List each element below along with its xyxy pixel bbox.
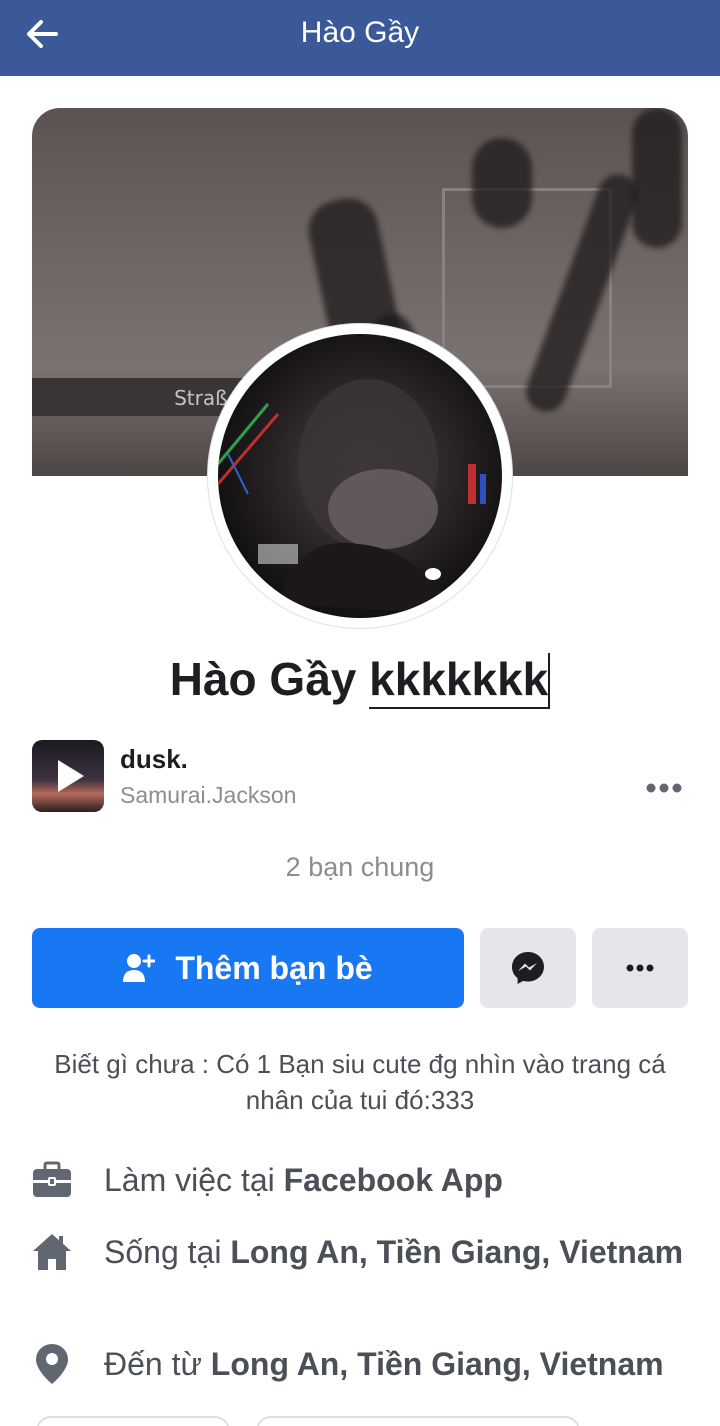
play-icon — [58, 760, 84, 792]
detail-lives-in-text: Sống tại Long An, Tiền Giang, Vietnam — [104, 1232, 684, 1272]
detail-from-text: Đến từ Long An, Tiền Giang, Vietnam — [104, 1344, 684, 1384]
profile-name-text: Hào Gầy — [169, 653, 357, 705]
briefcase-icon — [32, 1160, 72, 1200]
featured-chip[interactable] — [36, 1416, 230, 1426]
detail-work-value[interactable]: Facebook App — [284, 1162, 503, 1198]
detail-from-prefix: Đến từ — [104, 1346, 202, 1382]
mutual-friends[interactable]: 2 bạn chung — [0, 852, 720, 883]
profile-picture-frame[interactable] — [208, 324, 512, 628]
avatar-artwork — [218, 379, 486, 614]
detail-work: Làm việc tại Facebook App — [32, 1160, 692, 1200]
music-play-button[interactable] — [32, 740, 104, 812]
music-more-button[interactable] — [640, 770, 688, 806]
add-friend-icon — [123, 954, 156, 982]
page-title: Hào Gầy — [300, 16, 420, 49]
cover-graffiti-mark — [472, 138, 532, 228]
profile-nickname: kkkkkkk — [369, 653, 551, 709]
detail-work-text: Làm việc tại Facebook App — [104, 1160, 684, 1200]
more-horizontal-icon — [646, 783, 682, 793]
cover-graffiti-mark — [632, 108, 682, 248]
profile-name: Hào Gầy kkkkkkk — [0, 652, 720, 709]
top-app-bar: Hào Gầy — [0, 0, 720, 76]
more-actions-button[interactable] — [592, 928, 688, 1008]
featured-chip[interactable] — [256, 1416, 580, 1426]
detail-from: Đến từ Long An, Tiền Giang, Vietnam — [32, 1344, 692, 1384]
profile-picture — [218, 334, 502, 618]
add-friend-button[interactable]: Thêm bạn bè — [32, 928, 464, 1008]
messenger-icon — [512, 952, 544, 984]
music-title: dusk. — [120, 744, 188, 774]
profile-bio: Biết gì chưa : Có 1 Bạn siu cute đg nhìn… — [54, 1049, 666, 1115]
detail-lives-in: Sống tại Long An, Tiền Giang, Vietnam — [32, 1232, 692, 1312]
messenger-button[interactable] — [480, 928, 576, 1008]
detail-lives-in-value[interactable]: Long An, Tiền Giang, Vietnam — [230, 1234, 683, 1270]
detail-lives-in-prefix: Sống tại — [104, 1234, 222, 1270]
cover-street-sign: Straße — [32, 378, 252, 416]
location-pin-icon — [32, 1344, 72, 1384]
music-artist: Samurai.Jackson — [120, 782, 297, 808]
more-horizontal-icon — [626, 964, 654, 972]
detail-from-value[interactable]: Long An, Tiền Giang, Vietnam — [211, 1346, 664, 1382]
add-friend-label: Thêm bạn bè — [175, 949, 373, 986]
home-icon — [32, 1232, 72, 1272]
detail-work-prefix: Làm việc tại — [104, 1162, 275, 1198]
